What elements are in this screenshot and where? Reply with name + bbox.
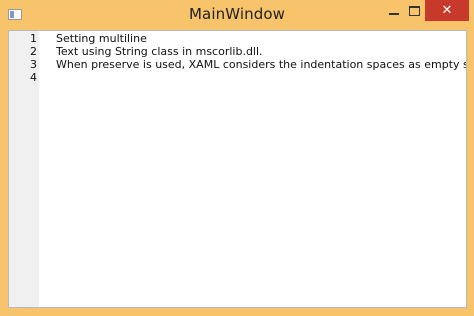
minimize-icon (389, 12, 399, 15)
line-text: When preserve is used, XAML considers th… (56, 58, 467, 71)
title-bar[interactable]: MainWindow ✕ (0, 0, 474, 30)
main-window: MainWindow ✕ 1 Setting multiline 2 Text … (0, 0, 474, 316)
editor-line: 1 Setting multiline (9, 32, 466, 45)
line-number: 2 (30, 45, 37, 58)
close-icon: ✕ (441, 3, 453, 18)
line-number: 1 (30, 32, 37, 45)
line-text: Setting multiline (56, 32, 147, 45)
editor-line: 4 (9, 71, 466, 84)
close-button[interactable]: ✕ (425, 0, 469, 21)
maximize-button[interactable] (404, 0, 424, 21)
maximize-icon (408, 5, 420, 16)
line-number: 4 (30, 71, 37, 84)
line-number: 3 (30, 58, 37, 71)
text-editor[interactable]: 1 Setting multiline 2 Text using String … (8, 30, 467, 308)
editor-line: 3 When preserve is used, XAML considers … (9, 58, 466, 71)
editor-line: 2 Text using String class in mscorlib.dl… (9, 45, 466, 58)
line-text: Text using String class in mscorlib.dll. (56, 45, 263, 58)
